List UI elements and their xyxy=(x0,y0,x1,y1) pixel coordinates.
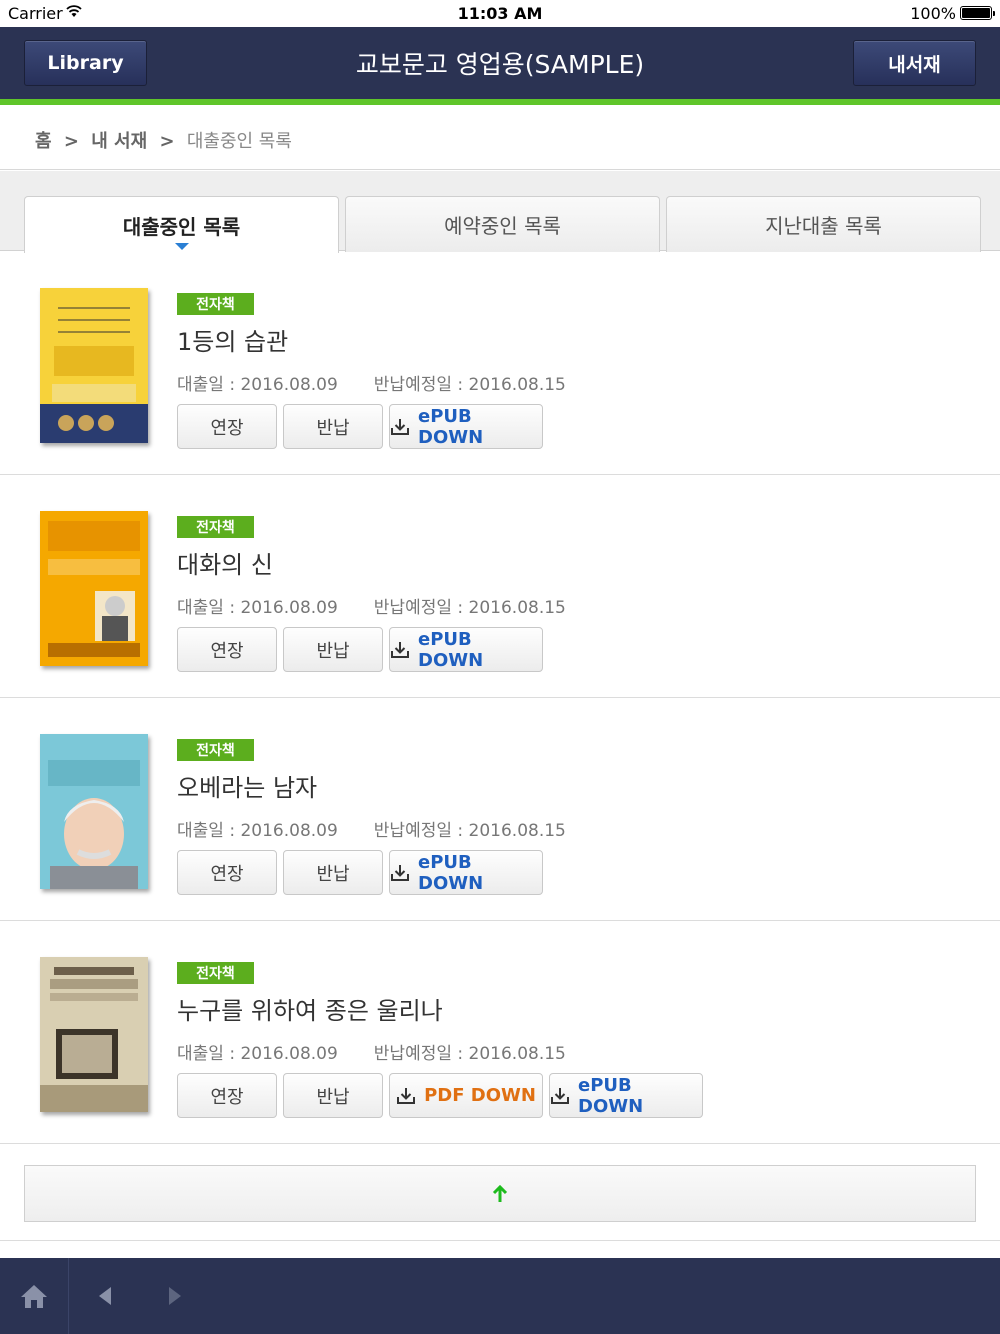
ebook-badge: 전자책 xyxy=(177,293,254,315)
action-buttons: 연장 반납 ePUB DOWN xyxy=(177,404,543,449)
due-date: 반납예정일 : 2016.08.15 xyxy=(373,598,566,618)
breadcrumb-my-library[interactable]: 내 서재 xyxy=(91,131,147,152)
active-tab-caret-icon xyxy=(174,243,189,250)
breadcrumb-separator: > xyxy=(63,131,79,152)
loan-dates: 대출일 : 2016.08.09 반납예정일 : 2016.08.15 xyxy=(177,370,566,395)
clock: 11:03 AM xyxy=(457,4,543,23)
loan-date: 대출일 : 2016.08.09 xyxy=(177,821,338,841)
pdf-download-label: PDF DOWN xyxy=(424,1085,536,1106)
book-cover[interactable] xyxy=(40,288,148,443)
my-library-button[interactable]: 내서재 xyxy=(853,40,976,86)
back-arrow-icon xyxy=(98,1287,111,1305)
return-button[interactable]: 반납 xyxy=(283,627,383,672)
breadcrumb-current: 대출중인 목록 xyxy=(186,131,292,152)
list-item: 전자책 오베라는 남자 대출일 : 2016.08.09 반납예정일 : 2016… xyxy=(0,698,1000,921)
page-title: 교보문고 영업용(SAMPLE) xyxy=(355,50,645,79)
extend-button[interactable]: 연장 xyxy=(177,1073,277,1118)
tab-bar: 대출중인 목록 예약중인 목록 지난대출 목록 xyxy=(0,171,1000,253)
list-item: 전자책 누구를 위하여 종은 울리나 대출일 : 2016.08.09 반납예정일… xyxy=(0,921,1000,1144)
loan-dates: 대출일 : 2016.08.09 반납예정일 : 2016.08.15 xyxy=(177,816,566,841)
epub-download-button[interactable]: ePUB DOWN xyxy=(389,404,543,449)
tab-past-loans[interactable]: 지난대출 목록 xyxy=(666,196,981,252)
download-icon xyxy=(391,864,409,881)
book-cover[interactable] xyxy=(40,511,148,666)
download-icon xyxy=(391,641,409,658)
epub-download-button[interactable]: ePUB DOWN xyxy=(549,1073,703,1118)
scroll-top-button[interactable] xyxy=(24,1165,976,1222)
battery-percent: 100% xyxy=(910,4,956,23)
extend-button[interactable]: 연장 xyxy=(177,404,277,449)
return-button[interactable]: 반납 xyxy=(283,404,383,449)
download-icon xyxy=(551,1087,569,1104)
epub-download-label: ePUB DOWN xyxy=(418,851,484,894)
ebook-badge: 전자책 xyxy=(177,739,254,761)
breadcrumb: 홈 > 내 서재 > 대출중인 목록 xyxy=(0,105,1000,170)
book-title[interactable]: 대화의 신 xyxy=(177,545,273,580)
list-item: 전자책 대화의 신 대출일 : 2016.08.09 반납예정일 : 2016.0… xyxy=(0,475,1000,698)
loan-dates: 대출일 : 2016.08.09 반납예정일 : 2016.08.15 xyxy=(177,593,566,618)
epub-download-button[interactable]: ePUB DOWN xyxy=(389,627,543,672)
extend-button[interactable]: 연장 xyxy=(177,850,277,895)
breadcrumb-separator: > xyxy=(159,131,175,152)
tab-label: 예약중인 목록 xyxy=(444,214,561,238)
ebook-badge: 전자책 xyxy=(177,962,254,984)
loan-date: 대출일 : 2016.08.09 xyxy=(177,598,338,618)
status-bar: Carrier 11:03 AM 100% xyxy=(0,0,1000,27)
book-cover[interactable] xyxy=(40,734,148,889)
action-buttons: 연장 반납 ePUB DOWN xyxy=(177,627,543,672)
pdf-download-button[interactable]: PDF DOWN xyxy=(389,1073,543,1118)
ebook-badge: 전자책 xyxy=(177,516,254,538)
loan-dates: 대출일 : 2016.08.09 반납예정일 : 2016.08.15 xyxy=(177,1039,566,1064)
action-buttons: 연장 반납 PDF DOWN ePUB DOWN xyxy=(177,1073,703,1118)
breadcrumb-home[interactable]: 홈 xyxy=(35,131,52,152)
home-button[interactable] xyxy=(0,1258,69,1334)
loan-list: 전자책 1등의 습관 대출일 : 2016.08.09 반납예정일 : 2016.… xyxy=(0,252,1000,1144)
loan-date: 대출일 : 2016.08.09 xyxy=(177,375,338,395)
book-title[interactable]: 1등의 습관 xyxy=(177,322,288,357)
book-cover[interactable] xyxy=(40,957,148,1112)
due-date: 반납예정일 : 2016.08.15 xyxy=(373,1044,566,1064)
due-date: 반납예정일 : 2016.08.15 xyxy=(373,375,566,395)
action-buttons: 연장 반납 ePUB DOWN xyxy=(177,850,543,895)
return-button[interactable]: 반납 xyxy=(283,1073,383,1118)
due-date: 반납예정일 : 2016.08.15 xyxy=(373,821,566,841)
book-title[interactable]: 오베라는 남자 xyxy=(177,768,317,803)
bottom-toolbar xyxy=(0,1258,1000,1334)
navigation-bar: Library 교보문고 영업용(SAMPLE) 내서재 xyxy=(0,27,1000,105)
divider xyxy=(0,1240,1000,1241)
epub-download-label: ePUB DOWN xyxy=(418,405,484,448)
forward-arrow-icon xyxy=(168,1287,181,1305)
download-icon xyxy=(391,418,409,435)
tab-reservations[interactable]: 예약중인 목록 xyxy=(345,196,660,252)
epub-download-label: ePUB DOWN xyxy=(418,628,484,671)
home-icon xyxy=(21,1285,47,1308)
book-title[interactable]: 누구를 위하여 종은 울리나 xyxy=(177,991,443,1026)
forward-button[interactable] xyxy=(140,1258,209,1334)
epub-download-label: ePUB DOWN xyxy=(578,1074,644,1117)
tab-current-loans[interactable]: 대출중인 목록 xyxy=(24,196,339,253)
up-arrow-icon xyxy=(492,1184,508,1202)
tab-label: 지난대출 목록 xyxy=(765,214,882,238)
loan-date: 대출일 : 2016.08.09 xyxy=(177,1044,338,1064)
epub-download-button[interactable]: ePUB DOWN xyxy=(389,850,543,895)
back-button[interactable] xyxy=(70,1258,139,1334)
tab-label: 대출중인 목록 xyxy=(122,214,241,239)
download-icon xyxy=(397,1087,416,1104)
return-button[interactable]: 반납 xyxy=(283,850,383,895)
list-item: 전자책 1등의 습관 대출일 : 2016.08.09 반납예정일 : 2016.… xyxy=(0,252,1000,475)
extend-button[interactable]: 연장 xyxy=(177,627,277,672)
battery-icon xyxy=(960,6,995,20)
